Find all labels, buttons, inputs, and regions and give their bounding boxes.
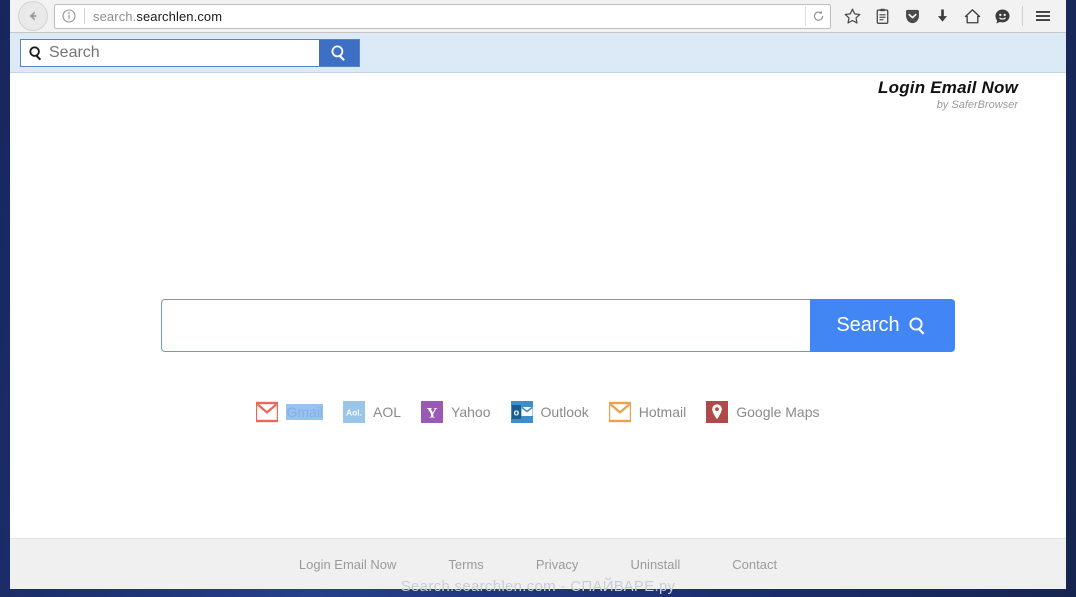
smiley-feedback-icon[interactable] (987, 1, 1017, 31)
outlook-icon: o (510, 401, 533, 423)
quick-link-yahoo[interactable]: Y Yahoo (421, 401, 491, 423)
search-icon (909, 316, 925, 335)
footer-link-login-email-now[interactable]: Login Email Now (299, 557, 397, 572)
footer-link-contact[interactable]: Contact (732, 557, 777, 572)
main-search-button[interactable]: Search (810, 299, 955, 352)
toolbar-search-button[interactable] (319, 39, 359, 66)
quick-link-label: Outlook (540, 404, 589, 420)
quick-link-aol[interactable]: Aol. AOL (343, 401, 401, 423)
footer-link-terms[interactable]: Terms (448, 557, 483, 572)
reading-list-icon[interactable] (867, 1, 897, 31)
gmail-envelope-icon (256, 401, 279, 423)
quick-link-label: Gmail (286, 404, 324, 420)
quick-link-label: Google Maps (736, 404, 820, 420)
footer-link-privacy[interactable]: Privacy (536, 557, 579, 572)
toolbar-search-field[interactable]: Search (21, 39, 319, 66)
bookmark-star-icon[interactable] (837, 1, 867, 31)
quick-link-outlook[interactable]: o Outlook (510, 401, 589, 423)
info-circle-icon[interactable] (62, 9, 76, 23)
toolbar-divider (1022, 6, 1023, 26)
pocket-icon[interactable] (897, 1, 927, 31)
reload-icon[interactable] (805, 6, 825, 26)
svg-text:Aol.: Aol. (346, 408, 362, 418)
hotmail-envelope-icon (608, 401, 631, 423)
url-host: searchlen.com (136, 8, 223, 24)
search-icon (331, 44, 345, 61)
site-logo-subtitle: by SaferBrowser (936, 99, 1018, 111)
toolbar-search-input[interactable]: Search (49, 44, 100, 62)
quick-link-label: AOL (373, 404, 402, 420)
browser-window: search.searchlen.com Search Login Email … (10, 0, 1066, 589)
site-logo: Login Email Now by SaferBrowser (878, 78, 1018, 111)
toolbar-search-widget[interactable]: Search (20, 38, 360, 67)
quick-link-google-maps[interactable]: Google Maps (706, 401, 820, 423)
back-button[interactable] (18, 1, 48, 31)
map-pin-icon (706, 401, 729, 423)
menu-icon[interactable] (1028, 1, 1058, 31)
url-text: search.searchlen.com (93, 9, 222, 24)
main-search-input[interactable] (161, 299, 810, 352)
footer-link-uninstall[interactable]: Uninstall (630, 557, 680, 572)
main-search-row: Search (161, 299, 955, 352)
quick-link-label: Yahoo (451, 404, 491, 420)
browser-navigation-toolbar: search.searchlen.com (10, 0, 1066, 33)
page-footer: Login Email Now Terms Privacy Uninstall … (10, 538, 1066, 589)
quick-link-hotmail[interactable]: Hotmail (608, 401, 687, 423)
yahoo-y-icon: Y (421, 401, 444, 423)
back-arrow-icon (29, 11, 37, 21)
aol-icon: Aol. (343, 401, 366, 423)
downloads-icon[interactable] (927, 1, 957, 31)
injected-search-toolbar: Search (10, 33, 1066, 73)
quick-link-label: Hotmail (638, 404, 687, 420)
quick-links-row: Gmail Aol. AOL Y Yahoo o Outlook Hotmail… (10, 401, 1066, 423)
svg-text:o: o (513, 408, 519, 418)
page-content: Login Email Now by SaferBrowser Search G… (10, 74, 1066, 589)
url-separator (84, 8, 85, 24)
svg-text:Y: Y (427, 406, 438, 422)
search-icon (28, 45, 44, 61)
site-logo-title: Login Email Now (878, 78, 1018, 97)
url-prefix: search. (93, 8, 137, 24)
url-bar[interactable]: search.searchlen.com (54, 3, 831, 29)
main-search-button-label: Search (836, 314, 900, 336)
quick-link-gmail[interactable]: Gmail (256, 401, 324, 423)
home-icon[interactable] (957, 1, 987, 31)
